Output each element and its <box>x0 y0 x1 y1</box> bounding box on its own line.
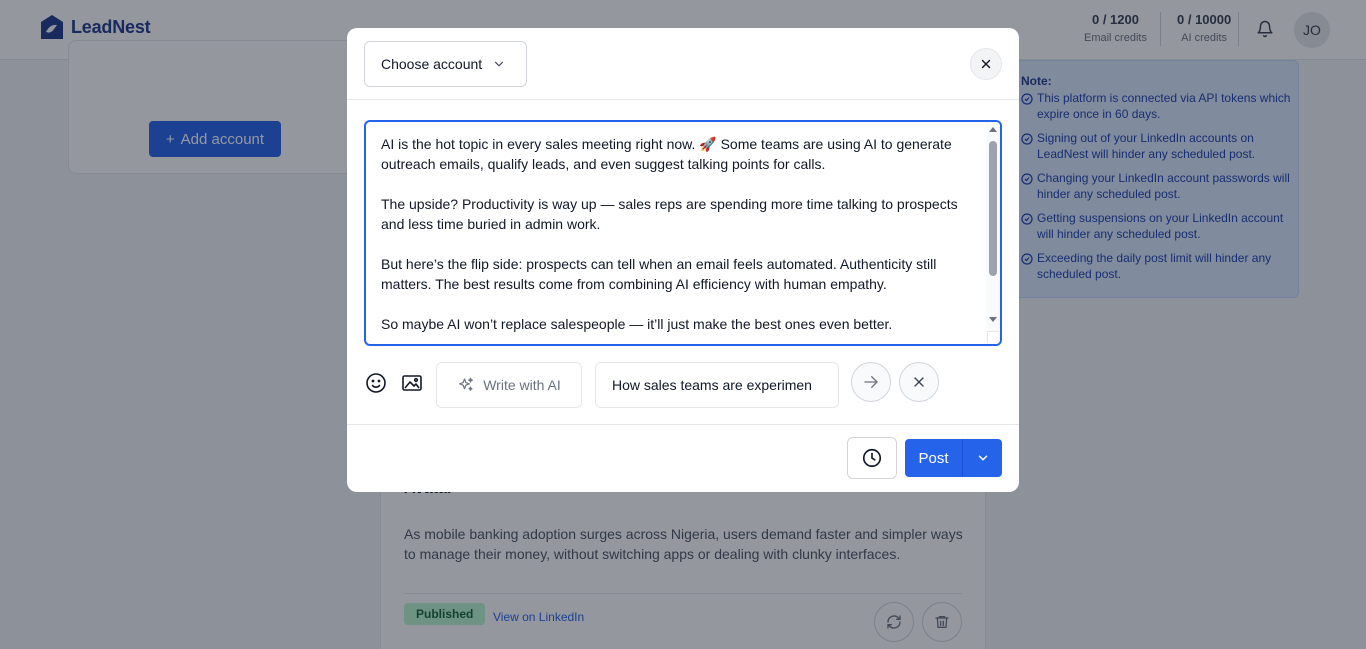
chevron-down-icon <box>495 61 504 67</box>
emoji-icon[interactable] <box>364 371 388 395</box>
textarea-scrollbar[interactable] <box>986 122 1000 344</box>
post-button[interactable]: Post <box>905 439 962 477</box>
image-icon[interactable] <box>400 371 424 395</box>
close-modal-button[interactable] <box>970 48 1002 80</box>
arrow-right-icon <box>864 376 878 388</box>
post-textarea[interactable]: AI is the hot topic in every sales meeti… <box>364 120 1002 346</box>
choose-account-label: Choose account <box>381 56 483 72</box>
clock-icon <box>862 448 882 468</box>
modal-divider <box>347 99 1019 100</box>
scroll-up-arrow[interactable] <box>989 127 997 132</box>
choose-account-select[interactable]: Choose account <box>364 41 527 87</box>
close-icon <box>914 377 924 387</box>
close-icon <box>981 59 991 69</box>
post-text[interactable]: AI is the hot topic in every sales meeti… <box>366 122 988 344</box>
sparkles-icon <box>459 377 474 391</box>
scroll-down-arrow[interactable] <box>989 317 997 322</box>
create-post-modal: Choose account AI is the hot topic in ev… <box>347 28 1019 492</box>
ai-prompt-input[interactable] <box>595 362 839 408</box>
modal-divider <box>347 424 1019 425</box>
resize-handle[interactable] <box>987 331 999 343</box>
write-with-ai-button[interactable]: Write with AI <box>436 362 582 408</box>
clear-prompt-button[interactable] <box>899 362 939 402</box>
post-options-dropdown[interactable] <box>962 439 1002 477</box>
generate-button[interactable] <box>851 362 891 402</box>
scroll-thumb[interactable] <box>989 141 997 276</box>
write-with-ai-label: Write with AI <box>483 377 561 393</box>
schedule-button[interactable] <box>847 437 897 479</box>
chevron-down-icon <box>978 455 987 461</box>
